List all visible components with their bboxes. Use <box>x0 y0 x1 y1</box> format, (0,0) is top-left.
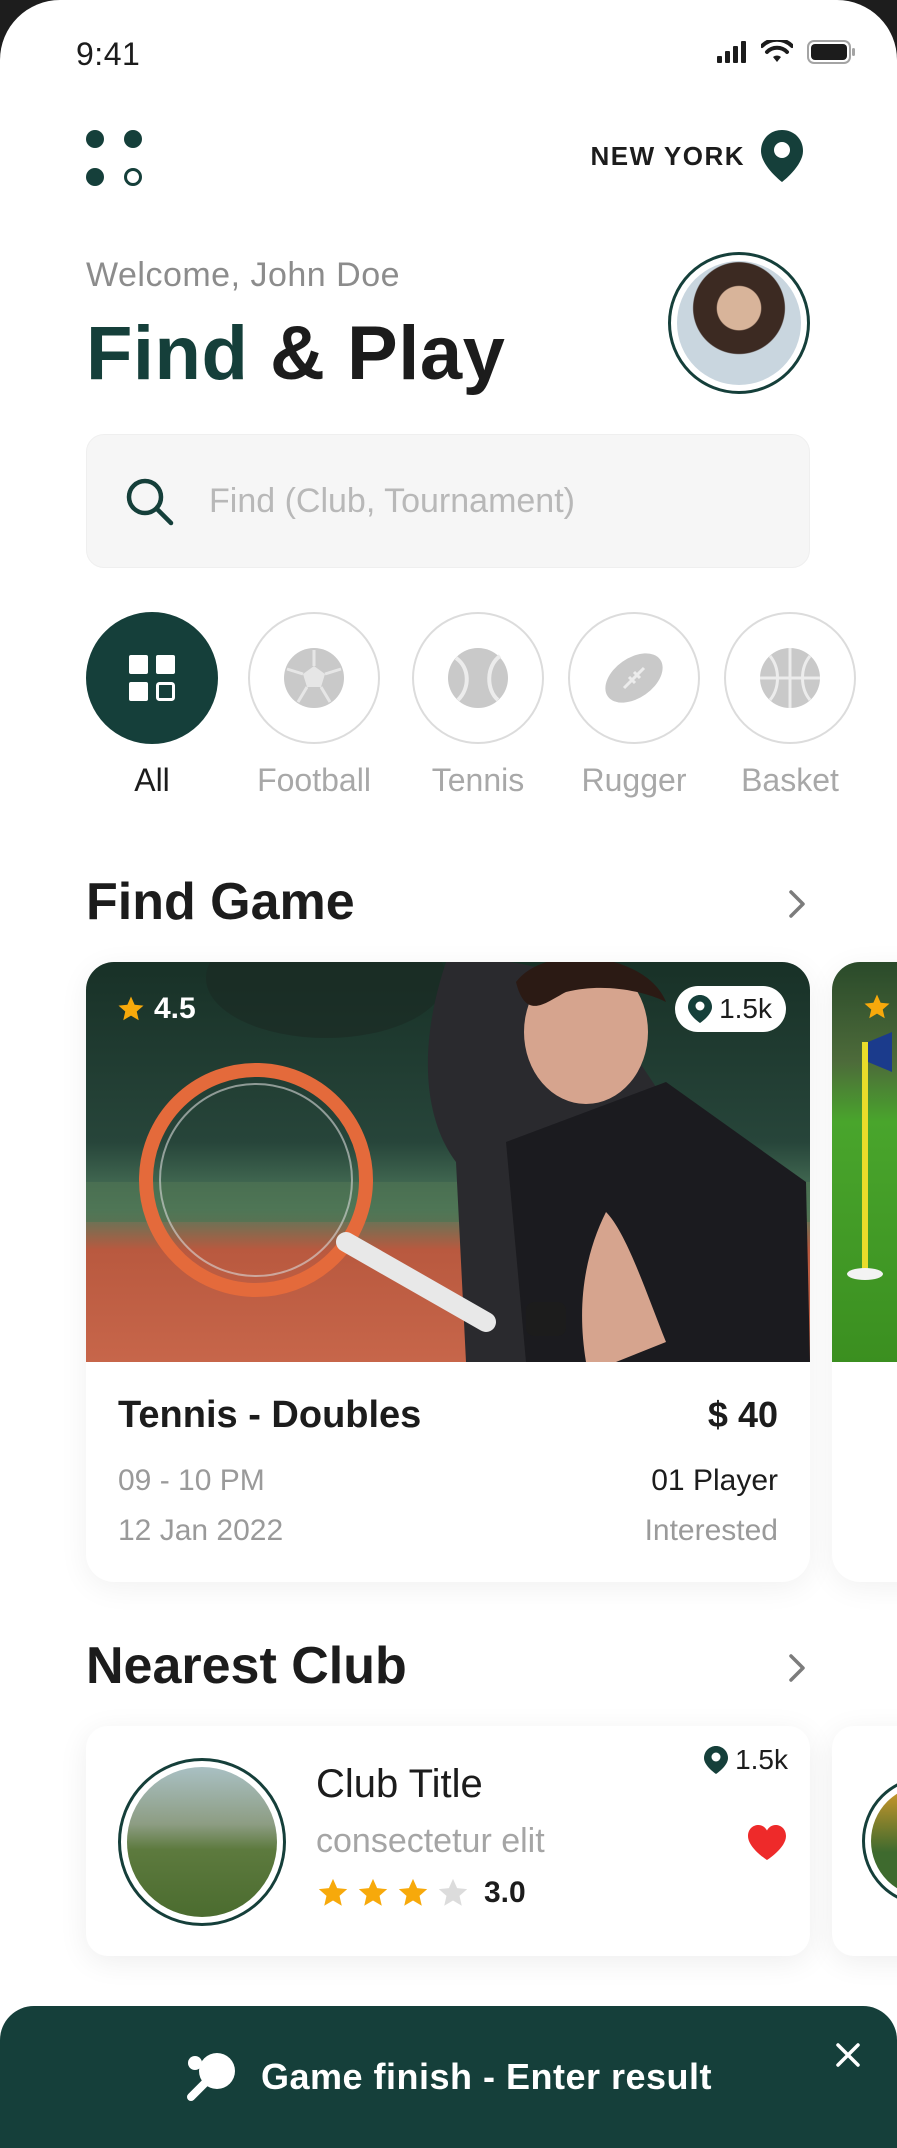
game-price: $ 40 <box>707 1394 778 1435</box>
phone-screen: 9:41 NEW YORK Welcome, John Doe Find & P… <box>0 0 897 2148</box>
category-label: All <box>134 762 170 798</box>
star-icon <box>438 1878 468 1906</box>
category-label: Tennis <box>431 762 525 798</box>
game-title: Tennis - Doubles <box>118 1394 422 1436</box>
page-title: Find & Play <box>86 310 505 397</box>
club-rating-value: 3.0 <box>484 1876 526 1909</box>
chevron-right-icon[interactable] <box>777 1648 817 1688</box>
star-icon <box>358 1878 388 1906</box>
game-players: 01 Player <box>651 1464 778 1497</box>
star-rating <box>316 1876 470 1910</box>
nearest-club-title: Nearest Club <box>86 1637 407 1695</box>
club-subtitle: consectetur elit <box>316 1822 545 1860</box>
star-icon <box>864 994 890 1019</box>
avatar-photo <box>677 261 801 385</box>
page-title-accent: Find <box>86 311 249 396</box>
category-all[interactable]: All <box>86 612 218 799</box>
club-card[interactable]: Club Title consectetur elit 3.0 1.5k <box>86 1726 810 1956</box>
ping-pong-icon <box>186 2053 235 2101</box>
battery-icon <box>807 40 855 64</box>
club-rating: 3.0 <box>316 1876 526 1910</box>
basketball-icon <box>760 648 820 708</box>
rating-value: 4.5 <box>154 992 196 1025</box>
status-bar: 9:41 <box>0 0 897 110</box>
star-icon <box>318 1878 348 1906</box>
location-selector[interactable]: NEW YORK <box>590 128 805 184</box>
signal-icon <box>717 41 746 63</box>
game-photo: 4.5 1.5k <box>86 962 810 1362</box>
welcome-text: Welcome, John Doe <box>86 256 401 294</box>
rating-badge: 4.5 <box>116 992 196 1026</box>
football-icon <box>284 648 344 708</box>
grid-icon <box>129 655 175 701</box>
category-tennis[interactable]: Tennis <box>412 612 544 799</box>
wifi-icon <box>761 40 793 62</box>
avatar[interactable] <box>668 252 810 394</box>
result-banner-text: Game finish - Enter result <box>260 2056 713 2097</box>
location-pin-icon <box>688 995 713 1023</box>
close-icon[interactable] <box>833 2040 863 2070</box>
location-pin-icon <box>704 1746 729 1774</box>
game-date: 12 Jan 2022 <box>118 1514 284 1547</box>
page-title-rest: & Play <box>270 311 506 396</box>
club-card-next[interactable] <box>832 1726 897 1956</box>
distance-value: 1.5k <box>719 993 772 1024</box>
star-icon <box>118 996 144 1021</box>
status-time: 9:41 <box>76 36 141 72</box>
category-basket[interactable]: Basket <box>724 612 856 799</box>
search-icon <box>126 478 174 526</box>
location-label: NEW YORK <box>590 140 745 171</box>
category-label: Basket <box>741 762 839 798</box>
club-image-next <box>862 1776 897 1906</box>
star-icon <box>398 1878 428 1906</box>
game-photo-next <box>832 962 897 1362</box>
club-image <box>118 1758 286 1926</box>
category-label: Football <box>257 762 371 798</box>
category-label: Rugger <box>581 762 687 798</box>
location-pin-icon <box>761 130 803 182</box>
search-input[interactable] <box>209 481 769 521</box>
rugby-ball-icon <box>605 653 663 703</box>
tennis-ball-icon <box>448 648 508 708</box>
club-title: Club Title <box>316 1762 483 1806</box>
result-banner[interactable]: Game finish - Enter result <box>0 2006 897 2148</box>
game-status: Interested <box>644 1514 778 1547</box>
game-time: 09 - 10 PM <box>118 1464 265 1497</box>
system-icons <box>717 40 857 64</box>
heart-icon[interactable] <box>746 1824 788 1862</box>
game-card[interactable]: 4.5 1.5k Tennis - Doubles $ 40 09 - 10 P… <box>86 962 810 1582</box>
category-list: All Football Tennis Rugger Basket <box>86 612 897 802</box>
search-box[interactable] <box>86 434 810 568</box>
category-rugger[interactable]: Rugger <box>568 612 700 799</box>
category-football[interactable]: Football <box>248 612 380 799</box>
menu-icon[interactable] <box>86 130 146 186</box>
club-distance-value: 1.5k <box>735 1744 788 1775</box>
distance-badge: 1.5k <box>675 986 786 1032</box>
find-game-title: Find Game <box>86 873 355 931</box>
chevron-right-icon[interactable] <box>777 884 817 924</box>
game-card-next[interactable] <box>832 962 897 1582</box>
club-distance: 1.5k <box>703 1744 788 1776</box>
